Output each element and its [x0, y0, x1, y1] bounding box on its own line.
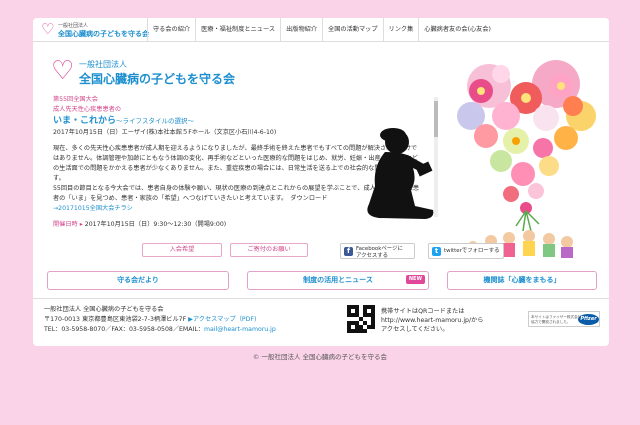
pfizer-logo: Pfizer — [578, 314, 599, 325]
footer-address-line: 〒170-0013 東京都豊島区東池袋2-7-3柄澤ビル7F ▶アクセスマップ（… — [44, 315, 344, 325]
new-badge: NEW — [405, 275, 425, 284]
heart-logo-icon: ♡ — [41, 20, 55, 38]
copyright: © 一般社団法人 全国心臓病の子どもを守る会 — [252, 353, 388, 361]
sponsor-banner[interactable]: 本サイトはファイザー株式会社の 協力で開設されました。 Pfizer — [528, 311, 600, 327]
sponsor-note: 本サイトはファイザー株式会社の 協力で開設されました。 — [531, 315, 585, 324]
facebook-button[interactable]: f Facebookページに アクセスする — [340, 243, 415, 259]
flower-heart-illustration — [457, 60, 596, 259]
join-button[interactable]: 入会希望 — [142, 243, 222, 257]
news-title: いま・これから〜ライフスタイルの選択〜 — [53, 115, 433, 128]
donate-button[interactable]: ご寄付のお願い — [230, 243, 308, 257]
nav-items: 守る会の紹介 医療・福祉制度とニュース 出版物紹介 全国の活動マップ リンク集 … — [147, 18, 496, 42]
news-subtitle: 〜ライフスタイルの選択〜 — [116, 117, 195, 125]
nav-logo[interactable]: ♡ 一般社団法人 全国心臓病の子どもを守る会 — [41, 20, 149, 40]
main-card: ♡ 一般社団法人 全国心臓病の子どもを守る会 守る会の紹介 医療・福祉制度とニュ… — [33, 18, 609, 346]
twitter-label: twitterでフォローする — [444, 248, 500, 254]
twitter-button[interactable]: t twitterでフォローする — [428, 243, 504, 259]
footer-tel: TEL：03-5958-8070／FAX：03-5958-0508／EMAIL： — [44, 326, 204, 333]
child-reading-silhouette — [367, 128, 434, 219]
schedule-value: 2017年10月15日（日）9:30〜12:30（開場9:00) — [84, 221, 227, 228]
system-news-label: 制度の活用とニュース — [303, 276, 373, 284]
news-title-main: いま・これから — [53, 116, 117, 126]
nav-item-shinyukai[interactable]: 心臓病者友の会(心友会) — [418, 18, 496, 42]
schedule-label: 開催日時 — [53, 221, 78, 228]
twitter-icon: t — [432, 247, 441, 256]
nav-logo-big: 全国心臓病の子どもを守る会 — [58, 30, 149, 38]
qr-text-2: http://www.heart-mamoru.jp/から — [381, 317, 484, 324]
nav-item-links[interactable]: リンク集 — [382, 18, 419, 42]
brand-title: 全国心臓病の子どもを守る会 — [79, 72, 236, 86]
news-line2: 成人先天性心疾患患者の — [53, 106, 122, 113]
footer-contact: TEL：03-5958-8070／FAX：03-5958-0508／EMAIL：… — [44, 325, 344, 335]
footer-info: 一般社団法人 全国心臓病の子どもを守る会 〒170-0013 東京都豊島区東池袋… — [44, 305, 344, 335]
newsletter-button[interactable]: 守る会だより — [47, 271, 229, 290]
sponsor-note-1: 本サイトはファイザー株式会社の — [531, 315, 585, 319]
footer: 一般社団法人 全国心臓病の子どもを守る会 〒170-0013 東京都豊島区東池袋… — [33, 298, 609, 346]
footer-org: 一般社団法人 全国心臓病の子どもを守る会 — [44, 306, 164, 313]
news-line1: 第55回全国大会 — [53, 96, 98, 103]
nav-logo-small: 一般社団法人 — [58, 23, 89, 29]
facebook-label: Facebookページに アクセスする — [356, 246, 403, 259]
email-link[interactable]: mail@heart-mamoru.jp — [204, 326, 276, 333]
journal-button[interactable]: 機関誌「心臓をまもる」 — [447, 271, 597, 290]
system-news-button[interactable]: 制度の活用とニュース NEW — [247, 271, 429, 290]
qr-text-1: 携帯サイトはQRコードまたは — [381, 308, 465, 315]
facebook-label-1: Facebookページに — [356, 246, 403, 252]
sponsor-note-2: 協力で開設されました。 — [531, 319, 571, 324]
nav-item-publications[interactable]: 出版物紹介 — [280, 18, 322, 42]
top-nav: ♡ 一般社団法人 全国心臓病の子どもを守る会 守る会の紹介 医療・福祉制度とニュ… — [33, 18, 609, 42]
access-map-link[interactable]: ▶アクセスマップ（PDF) — [188, 316, 256, 323]
heart-brand-icon: ♡ — [51, 56, 75, 86]
arrow-icon: ▸ — [79, 221, 83, 228]
footer-address: 〒170-0013 東京都豊島区東池袋2-7-3柄澤ビル7F — [44, 316, 187, 323]
nav-item-welfare[interactable]: 医療・福祉制度とニュース — [195, 18, 280, 42]
nav-item-about[interactable]: 守る会の紹介 — [147, 18, 195, 42]
mobile-site-text: 携帯サイトはQRコードまたは http://www.heart-mamoru.j… — [381, 307, 531, 334]
brand-small: 一般社団法人 — [79, 60, 127, 69]
facebook-label-2: アクセスする — [356, 252, 389, 259]
qr-text-3: アクセスしてください。 — [381, 326, 449, 333]
qr-code — [347, 305, 375, 333]
brand-logo[interactable]: ♡ 一般社団法人 全国心臓病の子どもを守る会 — [51, 58, 261, 86]
facebook-icon: f — [344, 247, 353, 256]
nav-item-activity-map[interactable]: 全国の活動マップ — [322, 18, 383, 42]
